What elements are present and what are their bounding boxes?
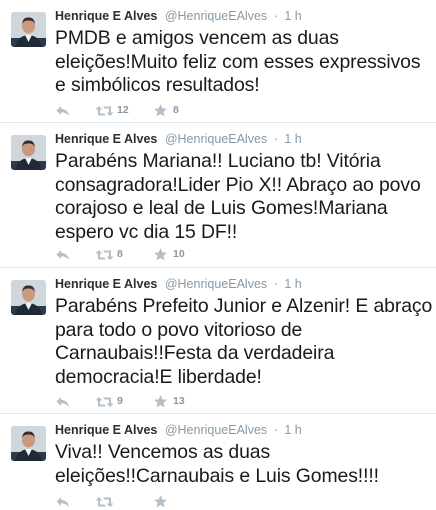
separator-dot: · bbox=[273, 423, 278, 437]
avatar[interactable] bbox=[11, 426, 46, 461]
tweet-timestamp[interactable]: 1 h bbox=[284, 132, 301, 146]
avatar-image bbox=[11, 280, 46, 315]
user-name[interactable]: Henrique E Alves bbox=[55, 277, 157, 291]
tweet[interactable]: Henrique E Alves @HenriqueEAlves · 1 h P… bbox=[0, 0, 436, 123]
tweet-timeline: Henrique E Alves @HenriqueEAlves · 1 h P… bbox=[0, 0, 436, 508]
tweet-timestamp[interactable]: 1 h bbox=[284, 423, 301, 437]
tweet-actions: 8 10 bbox=[55, 247, 315, 263]
tweet[interactable]: Henrique E Alves @HenriqueEAlves · 1 h P… bbox=[0, 123, 436, 268]
tweet-text: Parabéns Prefeito Junior e Alzenir! E ab… bbox=[55, 295, 433, 388]
tweet-text: Viva!! Vencemos as duas eleições!!Carnau… bbox=[55, 441, 379, 487]
retweet-icon[interactable] bbox=[95, 103, 114, 119]
retweet-count: 12 bbox=[117, 104, 129, 116]
tweet-timestamp[interactable]: 1 h bbox=[284, 9, 301, 23]
tweet-header: Henrique E Alves @HenriqueEAlves · 1 h bbox=[55, 8, 302, 24]
user-name[interactable]: Henrique E Alves bbox=[55, 423, 157, 437]
favorite-count: 10 bbox=[173, 248, 185, 260]
retweet-icon[interactable] bbox=[95, 247, 114, 263]
user-name[interactable]: Henrique E Alves bbox=[55, 9, 157, 23]
separator-dot: · bbox=[273, 9, 278, 23]
user-handle[interactable]: @HenriqueEAlves bbox=[165, 423, 267, 437]
avatar-image bbox=[11, 135, 46, 170]
avatar[interactable] bbox=[11, 12, 46, 47]
user-handle[interactable]: @HenriqueEAlves bbox=[165, 9, 267, 23]
retweet-icon[interactable] bbox=[95, 394, 114, 410]
separator-dot: · bbox=[273, 132, 278, 146]
separator-dot: · bbox=[273, 277, 278, 291]
tweet[interactable]: Henrique E Alves @HenriqueEAlves · 1 h P… bbox=[0, 268, 436, 414]
retweet-count: 9 bbox=[117, 395, 123, 407]
tweet-header: Henrique E Alves @HenriqueEAlves · 1 h bbox=[55, 131, 302, 147]
tweet[interactable]: Henrique E Alves @HenriqueEAlves · 1 h V… bbox=[0, 414, 436, 508]
avatar[interactable] bbox=[11, 280, 46, 315]
user-name[interactable]: Henrique E Alves bbox=[55, 132, 157, 146]
retweet-count: 8 bbox=[117, 248, 123, 260]
tweet-header: Henrique E Alves @HenriqueEAlves · 1 h bbox=[55, 276, 302, 292]
favorite-count: 13 bbox=[173, 395, 185, 407]
tweet-timestamp[interactable]: 1 h bbox=[284, 277, 301, 291]
tweet-actions: 9 13 bbox=[55, 394, 315, 410]
user-handle[interactable]: @HenriqueEAlves bbox=[165, 277, 267, 291]
retweet-icon[interactable] bbox=[95, 494, 114, 510]
tweet-actions bbox=[55, 494, 315, 510]
star-icon[interactable] bbox=[153, 494, 168, 510]
user-handle[interactable]: @HenriqueEAlves bbox=[165, 132, 267, 146]
star-icon[interactable] bbox=[153, 103, 168, 119]
reply-icon[interactable] bbox=[55, 394, 71, 410]
tweet-actions: 12 8 bbox=[55, 103, 315, 119]
favorite-count: 8 bbox=[173, 104, 179, 116]
reply-icon[interactable] bbox=[55, 103, 71, 119]
tweet-text: PMDB e amigos vencem as duas eleições!Mu… bbox=[55, 27, 421, 96]
avatar[interactable] bbox=[11, 135, 46, 170]
tweet-header: Henrique E Alves @HenriqueEAlves · 1 h bbox=[55, 422, 302, 438]
reply-icon[interactable] bbox=[55, 247, 71, 263]
reply-icon[interactable] bbox=[55, 494, 71, 510]
star-icon[interactable] bbox=[153, 394, 168, 410]
avatar-image bbox=[11, 426, 46, 461]
tweet-text: Parabéns Mariana!! Luciano tb! Vitória c… bbox=[55, 150, 421, 243]
avatar-image bbox=[11, 12, 46, 47]
star-icon[interactable] bbox=[153, 247, 168, 263]
